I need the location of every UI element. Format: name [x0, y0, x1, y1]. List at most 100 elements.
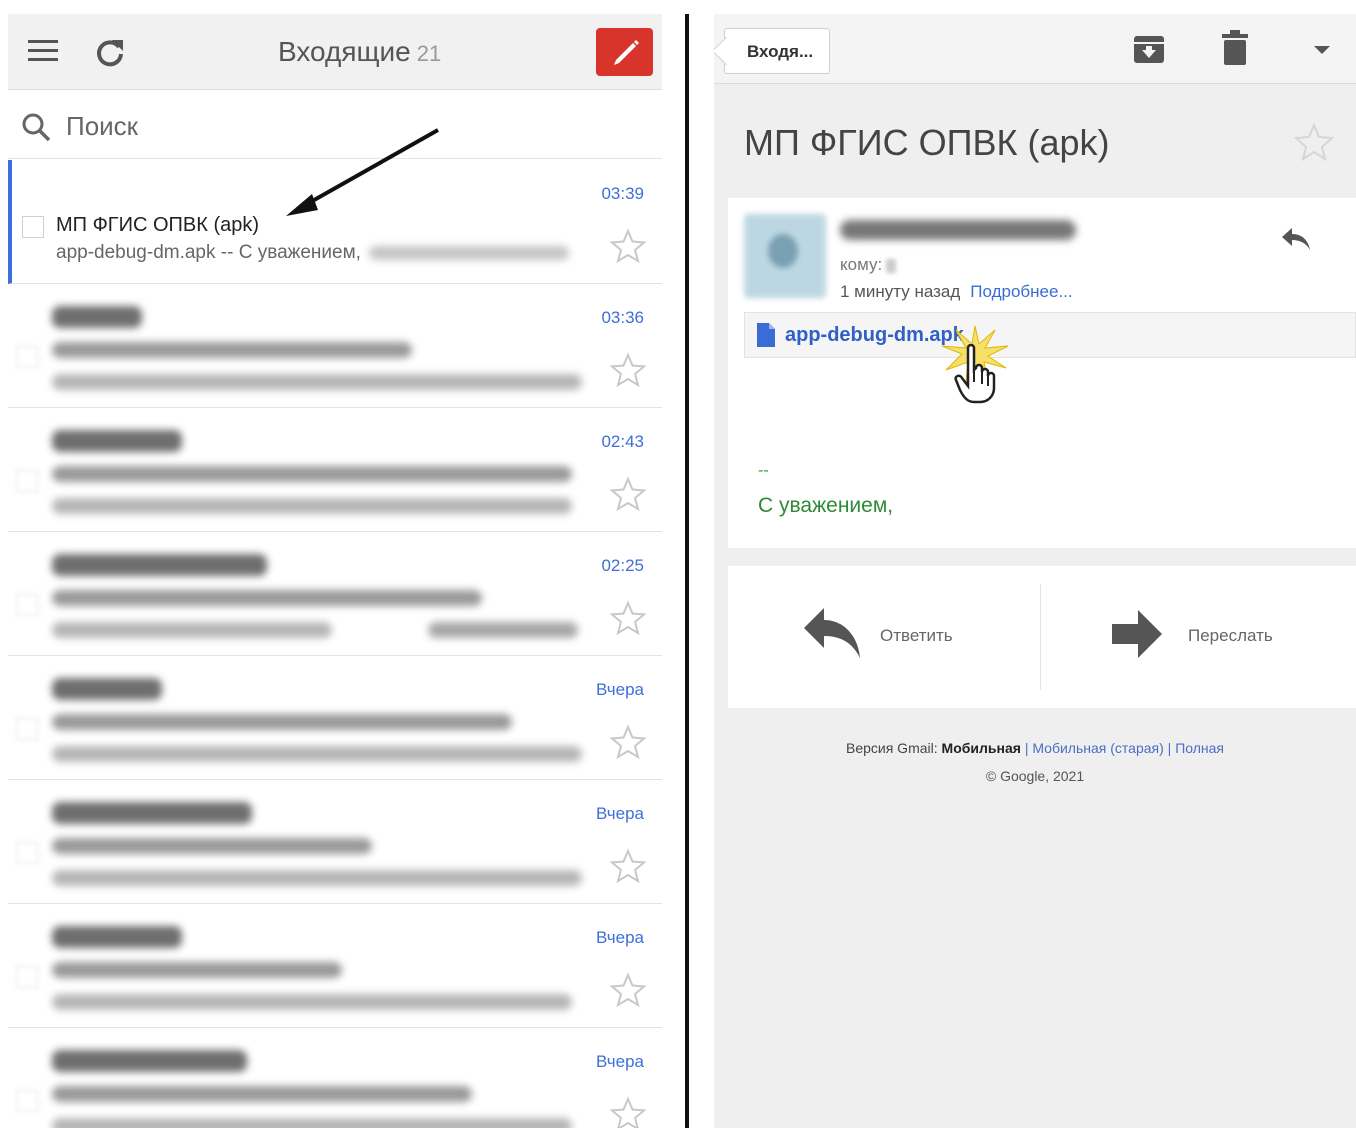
row-checkbox[interactable]	[16, 346, 38, 368]
version-old-mobile-link[interactable]: Мобильная (старая)	[1032, 740, 1163, 756]
inbox-unread-count: 21	[416, 41, 442, 66]
blurred-subject	[52, 714, 512, 730]
blurred-snippet	[52, 622, 332, 638]
reply-icon[interactable]	[802, 606, 862, 660]
signature-separator: --	[758, 462, 769, 479]
row-checkbox[interactable]	[16, 842, 38, 864]
avatar	[744, 214, 826, 298]
row-checkbox[interactable]	[16, 470, 38, 492]
star-icon[interactable]	[1294, 122, 1334, 162]
email-time: Вчера	[596, 1052, 644, 1071]
pencil-icon	[614, 40, 639, 65]
email-row[interactable]: 02:25	[8, 532, 662, 656]
version-footer: Версия Gmail: Мобильная | Мобильная (ста…	[714, 740, 1356, 756]
blurred-sender	[52, 430, 182, 452]
blurred-sender	[52, 926, 182, 948]
email-time: Вчера	[596, 928, 644, 947]
message-actions: Ответить Переслать	[728, 566, 1356, 708]
blurred-snippet	[52, 1118, 572, 1128]
row-checkbox[interactable]	[16, 718, 38, 740]
message-time: 1 минуту назад	[840, 282, 961, 301]
screenshot-root: Входящие 21 Поиск МП ФГИС ОПВК (apk) app-…	[0, 0, 1356, 1128]
blurred-sender	[52, 554, 267, 576]
back-arrow-notch	[714, 36, 741, 66]
email-snippet: app-debug-dm.apk -- С уважением,	[56, 242, 569, 264]
back-to-inbox-button[interactable]: Входя...	[714, 28, 830, 74]
forward-button[interactable]: Переслать	[1188, 626, 1273, 646]
star-icon[interactable]	[610, 600, 646, 636]
blurred-sender-name	[840, 220, 1076, 240]
email-row[interactable]: 02:43	[8, 408, 662, 532]
trash-icon[interactable]	[1220, 30, 1250, 66]
footer-separator: |	[1167, 740, 1172, 756]
compose-button[interactable]	[596, 28, 653, 76]
email-time: 03:36	[601, 308, 644, 327]
blurred-sender	[52, 1050, 247, 1072]
refresh-icon[interactable]	[94, 34, 126, 70]
star-icon[interactable]	[610, 724, 646, 760]
forward-icon[interactable]	[1110, 608, 1164, 660]
reply-button[interactable]: Ответить	[880, 626, 953, 646]
search-input[interactable]: Поиск	[66, 111, 138, 142]
blurred-subject	[52, 466, 572, 482]
back-button-label: Входя...	[747, 42, 814, 61]
email-time: Вчера	[596, 680, 644, 699]
row-checkbox[interactable]	[22, 216, 44, 238]
message-subject: МП ФГИС ОПВК (apk)	[744, 122, 1110, 163]
email-time: 02:25	[601, 556, 644, 575]
copyright: © Google, 2021	[985, 768, 1085, 784]
row-checkbox[interactable]	[16, 966, 38, 988]
inbox-pane: Входящие 21 Поиск МП ФГИС ОПВК (apk) app-…	[8, 14, 662, 1128]
star-icon[interactable]	[610, 848, 646, 884]
archive-icon[interactable]	[1132, 32, 1166, 66]
recipient-row: кому:	[840, 255, 897, 275]
star-icon[interactable]	[610, 228, 646, 264]
blurred-snippet	[52, 994, 572, 1010]
email-snippet-text: app-debug-dm.apk -- С уважением,	[56, 242, 361, 263]
blurred-recipient	[886, 258, 897, 273]
star-icon[interactable]	[610, 476, 646, 512]
email-row[interactable]: 03:36	[8, 284, 662, 408]
menu-icon[interactable]	[28, 40, 60, 62]
blurred-snippet	[52, 870, 582, 886]
attachment-row[interactable]: app-debug-dm.apk	[744, 312, 1356, 358]
blurred-sender	[52, 678, 162, 700]
version-current: Мобильная	[941, 740, 1021, 756]
blurred-subject	[52, 838, 372, 854]
pointer-hand-icon	[954, 344, 996, 404]
actions-divider	[1040, 584, 1041, 690]
version-prefix: Версия Gmail:	[845, 740, 938, 756]
inbox-toolbar: Входящие 21	[8, 14, 662, 90]
inbox-title: Входящие 21	[278, 36, 441, 68]
email-row[interactable]: Вчера	[8, 1028, 662, 1128]
search-icon	[22, 113, 51, 142]
message-time-row: 1 минуту назад Подробнее...	[840, 282, 1073, 302]
file-icon	[757, 323, 775, 347]
star-icon[interactable]	[610, 352, 646, 388]
email-row[interactable]: Вчера	[8, 904, 662, 1028]
to-label: кому:	[840, 255, 883, 274]
blurred-subject	[52, 1086, 472, 1102]
email-list: МП ФГИС ОПВК (apk) app-debug-dm.apk -- С…	[8, 160, 662, 1128]
message-toolbar: Входя...	[714, 14, 1356, 84]
more-dropdown-icon[interactable]	[1312, 44, 1332, 56]
reply-icon[interactable]	[1280, 226, 1312, 252]
email-row[interactable]: Вчера	[8, 780, 662, 904]
blurred-snippet	[52, 374, 582, 390]
details-link[interactable]: Подробнее...	[970, 282, 1072, 301]
blurred-subject	[52, 342, 412, 358]
inbox-title-text: Входящие	[278, 36, 411, 67]
attachment-link[interactable]: app-debug-dm.apk	[785, 324, 964, 347]
email-row[interactable]: Вчера	[8, 656, 662, 780]
version-full-link[interactable]: Полная	[1175, 740, 1224, 756]
star-icon[interactable]	[610, 1096, 646, 1128]
star-icon[interactable]	[610, 972, 646, 1008]
blurred-subject	[52, 590, 482, 606]
row-checkbox[interactable]	[16, 594, 38, 616]
blurred-sender-name	[368, 245, 569, 260]
email-time: 03:39	[601, 184, 644, 203]
blurred-sender	[52, 802, 252, 824]
email-subject: МП ФГИС ОПВК (apk)	[56, 214, 260, 236]
row-checkbox[interactable]	[16, 1090, 38, 1112]
signature-text: С уважением,	[758, 494, 894, 517]
